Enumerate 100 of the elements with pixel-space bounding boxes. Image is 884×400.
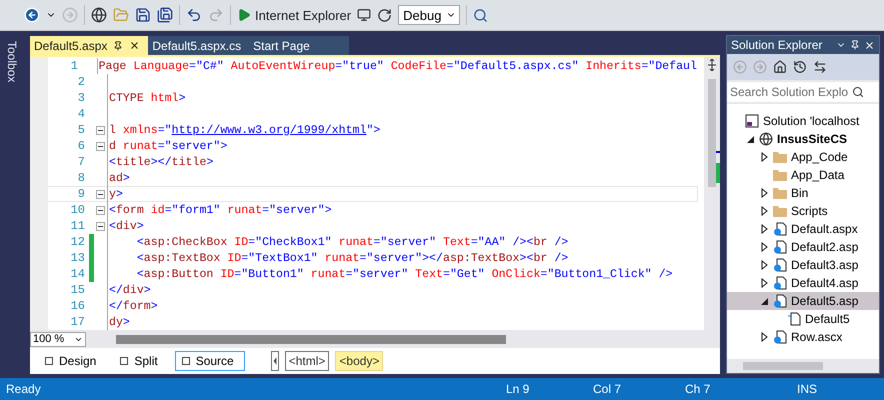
tree-item[interactable]: Default5.asp	[727, 292, 879, 310]
search-field[interactable]: Search Solution Explo	[727, 82, 879, 102]
tree-item[interactable]: Default5	[727, 310, 879, 328]
close-icon[interactable]	[129, 40, 140, 51]
tree-item[interactable]: Default2.asp	[727, 238, 879, 256]
collapse-icon[interactable]	[96, 222, 105, 230]
status-text: INS	[797, 382, 818, 396]
code-token: >	[122, 172, 130, 184]
refresh-button[interactable]	[377, 8, 392, 22]
scroll-thumb[interactable]	[743, 362, 823, 370]
code-token: >	[136, 220, 144, 232]
new-website-button[interactable]	[91, 7, 107, 23]
toolbox-tab[interactable]: Toolbox	[5, 41, 19, 374]
code-token: />	[658, 268, 673, 280]
collapse-arrow-icon[interactable]	[761, 296, 769, 306]
configuration-dropdown[interactable]: Debug	[398, 5, 460, 25]
code-token: div	[116, 220, 137, 232]
code-token: form	[116, 204, 144, 216]
pin-icon[interactable]	[113, 40, 124, 50]
scroll-thumb[interactable]	[116, 334, 506, 344]
code-token: title	[172, 156, 206, 168]
code-token: ="CheckBox1"	[248, 236, 332, 248]
collapse-arrow-icon[interactable]	[747, 134, 755, 144]
collapse-icon[interactable]	[96, 142, 105, 150]
collapse-icon[interactable]	[96, 126, 105, 134]
undo-button[interactable]	[186, 7, 202, 23]
tag-breadcrumb[interactable]: <body>	[335, 351, 384, 371]
code-token: ="Get"	[443, 268, 485, 280]
status-text: Ready	[6, 382, 42, 396]
back-button[interactable]	[24, 7, 40, 23]
document-tab[interactable]: Start Page	[249, 36, 350, 55]
scroll-marker	[716, 163, 720, 183]
vertical-scrollbar[interactable]	[704, 57, 720, 330]
folder-icon	[773, 169, 787, 181]
web-page-icon	[773, 330, 787, 344]
collapse-icon[interactable]	[96, 206, 105, 214]
tree-item[interactable]: Default3.asp	[727, 256, 879, 274]
code-token: d	[109, 140, 116, 152]
tree-item[interactable]: Solution 'localhost	[727, 112, 879, 130]
code-token: >	[150, 300, 158, 312]
scroll-thumb[interactable]	[708, 79, 716, 187]
tree-item[interactable]: Bin	[727, 184, 879, 202]
code-token: html	[150, 92, 179, 104]
code-token: asp:Button	[144, 268, 214, 280]
collapse-icon[interactable]	[96, 190, 105, 198]
code-token: Text	[414, 268, 443, 280]
save-all-button[interactable]	[157, 7, 173, 23]
tag-breadcrumb[interactable]: <html>	[284, 351, 330, 371]
expand-arrow-icon[interactable]	[761, 332, 769, 342]
code-token: ="server"></	[359, 252, 443, 264]
code-token: >	[116, 188, 123, 200]
expand-arrow-icon[interactable]	[761, 152, 769, 162]
tree-item[interactable]: App_Data	[727, 166, 879, 184]
tree-item[interactable]: App_Code	[727, 148, 879, 166]
search-icon	[852, 86, 864, 98]
line-number: 8	[76, 171, 85, 185]
code-token: <	[136, 268, 144, 280]
sync-icon[interactable]	[813, 60, 827, 74]
code-link[interactable]: http://www.w3.org/1999/xhtml	[172, 124, 366, 136]
play-icon	[237, 8, 251, 22]
tree-item[interactable]: Scripts	[727, 202, 879, 220]
history-icon[interactable]	[793, 60, 807, 74]
pin-icon[interactable]	[850, 40, 860, 50]
document-tab[interactable]: Default5.aspx	[30, 36, 148, 55]
status-text: Ln 9	[506, 382, 530, 396]
code-token: <	[109, 220, 116, 232]
code-token: <	[136, 252, 144, 264]
code-token: />	[553, 236, 568, 248]
line-number: 1	[70, 59, 78, 73]
code-file-icon	[787, 312, 801, 326]
code-token: id	[150, 204, 165, 216]
web-page-icon	[773, 222, 787, 236]
view-tab[interactable]: Split	[113, 351, 169, 371]
document-tab[interactable]: Default5.aspx.cs	[148, 36, 250, 55]
run-button[interactable]: Internet Explorer	[237, 8, 352, 22]
folder-icon	[773, 205, 787, 217]
tree-item[interactable]: Row.ascx	[727, 328, 879, 346]
code-token: asp:TextBox	[144, 252, 220, 264]
code-token: ="Defaul	[641, 60, 697, 72]
view-tab[interactable]: Source	[174, 351, 245, 371]
code-token: asp:CheckBox	[144, 236, 228, 248]
splitter-icon[interactable]	[707, 59, 717, 71]
code-token: runat	[226, 204, 262, 216]
save-button[interactable]	[135, 7, 151, 23]
line-number: 7	[76, 155, 85, 169]
zoom-dropdown[interactable]: 100 %	[30, 332, 86, 346]
line-number: 14	[70, 267, 85, 281]
tree-item[interactable]: Default4.asp	[727, 274, 879, 292]
solution-icon	[745, 114, 759, 128]
web-page-icon	[773, 258, 787, 272]
tree-item[interactable]: Default.aspx	[727, 220, 879, 238]
code-token: runat	[310, 268, 346, 280]
home-icon[interactable]	[773, 60, 787, 74]
tree-item[interactable]: InsusSiteCS	[727, 130, 879, 148]
view-icon	[182, 357, 190, 365]
code-token: br	[533, 236, 548, 248]
close-icon[interactable]	[864, 40, 875, 50]
find-button[interactable]	[473, 8, 488, 22]
view-tab[interactable]: Design	[38, 351, 108, 371]
window-button[interactable]	[357, 8, 372, 22]
